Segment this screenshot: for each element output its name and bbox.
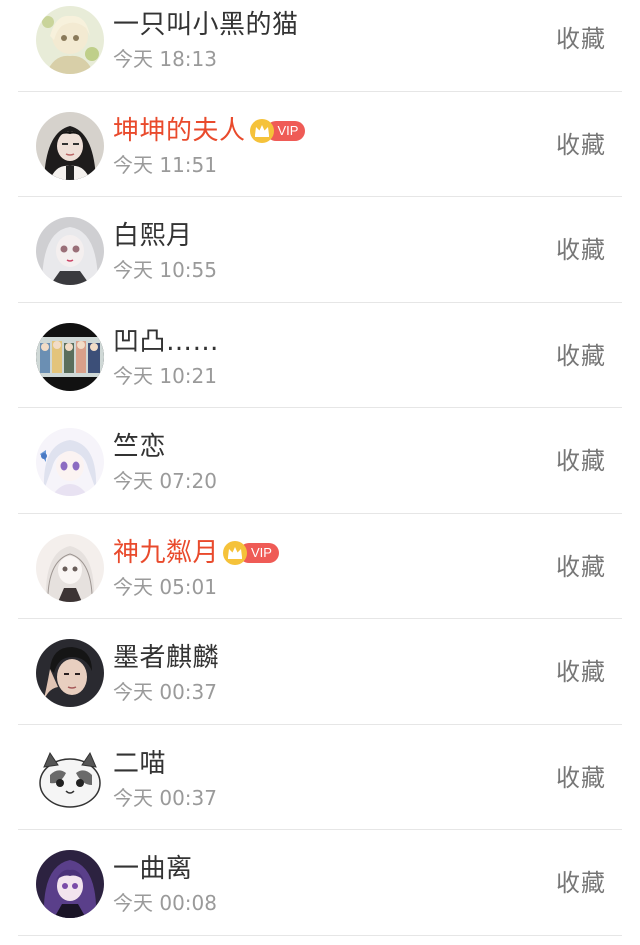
favorite-button[interactable]: 收藏 [556,551,606,583]
list-item[interactable]: 竺恋 今天 07:20 收藏 [18,408,622,514]
avatar[interactable] [36,6,104,74]
list-item[interactable]: 白熙月 今天 10:55 收藏 [18,197,622,303]
vip-badge: VIP [249,118,306,143]
user-name[interactable]: 一曲离 [113,852,193,886]
follow-time: 今天 18:13 [113,47,217,71]
crown-icon [249,118,274,143]
user-name[interactable]: 白熙月 [113,219,193,253]
avatar[interactable] [36,428,104,496]
user-name[interactable]: 一只叫小黑的猫 [113,8,299,42]
list-item[interactable]: 二喵 今天 00:37 收藏 [18,725,622,830]
follow-time: 今天 00:37 [113,785,217,810]
favorite-button[interactable]: 收藏 [556,234,606,266]
user-name[interactable]: 坤坤的夫人 [113,114,246,148]
follow-time: 今天 10:21 [113,363,217,388]
favorite-button[interactable]: 收藏 [556,23,606,55]
user-name[interactable]: 竺恋 [113,430,166,464]
user-name[interactable]: 二喵 [113,747,166,781]
user-name[interactable]: 墨者麒麟 [113,641,219,675]
favorite-button[interactable]: 收藏 [556,762,606,794]
avatar[interactable] [36,111,104,180]
avatar[interactable] [36,217,104,285]
avatar[interactable] [36,322,104,391]
avatar[interactable] [36,744,104,813]
avatar[interactable] [36,639,104,707]
follow-time: 今天 10:55 [113,258,217,282]
favorite-button[interactable]: 收藏 [556,129,606,161]
list-item[interactable]: 神九粼月 VIP 今天 05:01 收藏 [18,514,622,619]
list-item[interactable]: 凹凸…… 今天 10:21 收藏 [18,303,622,408]
favorite-button[interactable]: 收藏 [556,445,606,477]
follow-time: 今天 05:01 [113,574,217,599]
follow-time: 今天 00:08 [113,891,217,915]
user-name[interactable]: 神九粼月 [113,536,219,570]
list-item[interactable]: 墨者麒麟 今天 00:37 收藏 [18,619,622,725]
favorite-button[interactable]: 收藏 [556,656,606,688]
list-item[interactable]: 坤坤的夫人 VIP 今天 11:51 收藏 [18,92,622,197]
avatar[interactable] [36,850,104,918]
avatar[interactable] [36,533,104,602]
list-item[interactable]: 一只叫小黑的猫 今天 18:13 收藏 [18,0,622,92]
follow-time: 今天 11:51 [113,152,217,177]
favorite-button[interactable]: 收藏 [556,340,606,372]
user-name[interactable]: 凹凸…… [113,325,219,359]
follow-time: 今天 00:37 [113,680,217,704]
follower-list: 一只叫小黑的猫 今天 18:13 收藏 坤坤的夫人 VIP 今天 11:51 收… [0,0,640,936]
list-item[interactable]: 一曲离 今天 00:08 收藏 [18,830,622,936]
favorite-button[interactable]: 收藏 [556,867,606,899]
vip-badge: VIP [223,540,279,565]
follow-time: 今天 07:20 [113,469,217,493]
crown-icon [223,540,248,565]
